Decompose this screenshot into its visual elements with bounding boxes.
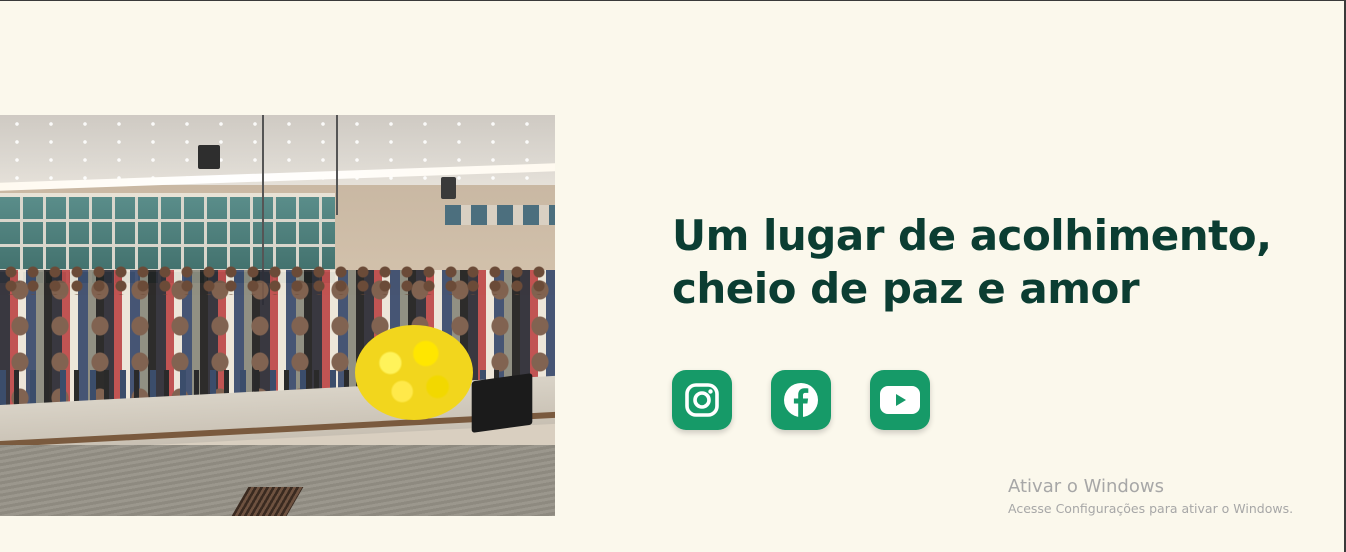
instagram-button[interactable] (672, 370, 732, 430)
window-top-border (0, 0, 1346, 1)
congregation-photo (0, 115, 555, 516)
headline-line-1: Um lugar de acolhimento, (672, 211, 1272, 260)
hero-headline: Um lugar de acolhimento, cheio de paz e … (672, 209, 1292, 315)
photo-speaker (198, 145, 220, 169)
facebook-button[interactable] (771, 370, 831, 430)
photo-windows-right (445, 205, 555, 225)
instagram-icon (685, 383, 719, 417)
photo-flowers (355, 325, 473, 420)
watermark-subtitle: Acesse Configurações para ativar o Windo… (1008, 501, 1294, 516)
headline-line-2: cheio de paz e amor (672, 264, 1140, 313)
photo-stage-monitor (471, 373, 533, 433)
photo-speaker (441, 177, 456, 199)
photo-crowd-heads (0, 265, 555, 295)
facebook-icon (784, 383, 818, 417)
windows-activation-watermark: Ativar o Windows Acesse Configurações pa… (1008, 476, 1293, 518)
social-links (672, 370, 930, 430)
photo-pole (336, 115, 338, 215)
youtube-button[interactable] (870, 370, 930, 430)
youtube-icon (880, 386, 920, 414)
watermark-title: Ativar o Windows (1008, 476, 1164, 497)
